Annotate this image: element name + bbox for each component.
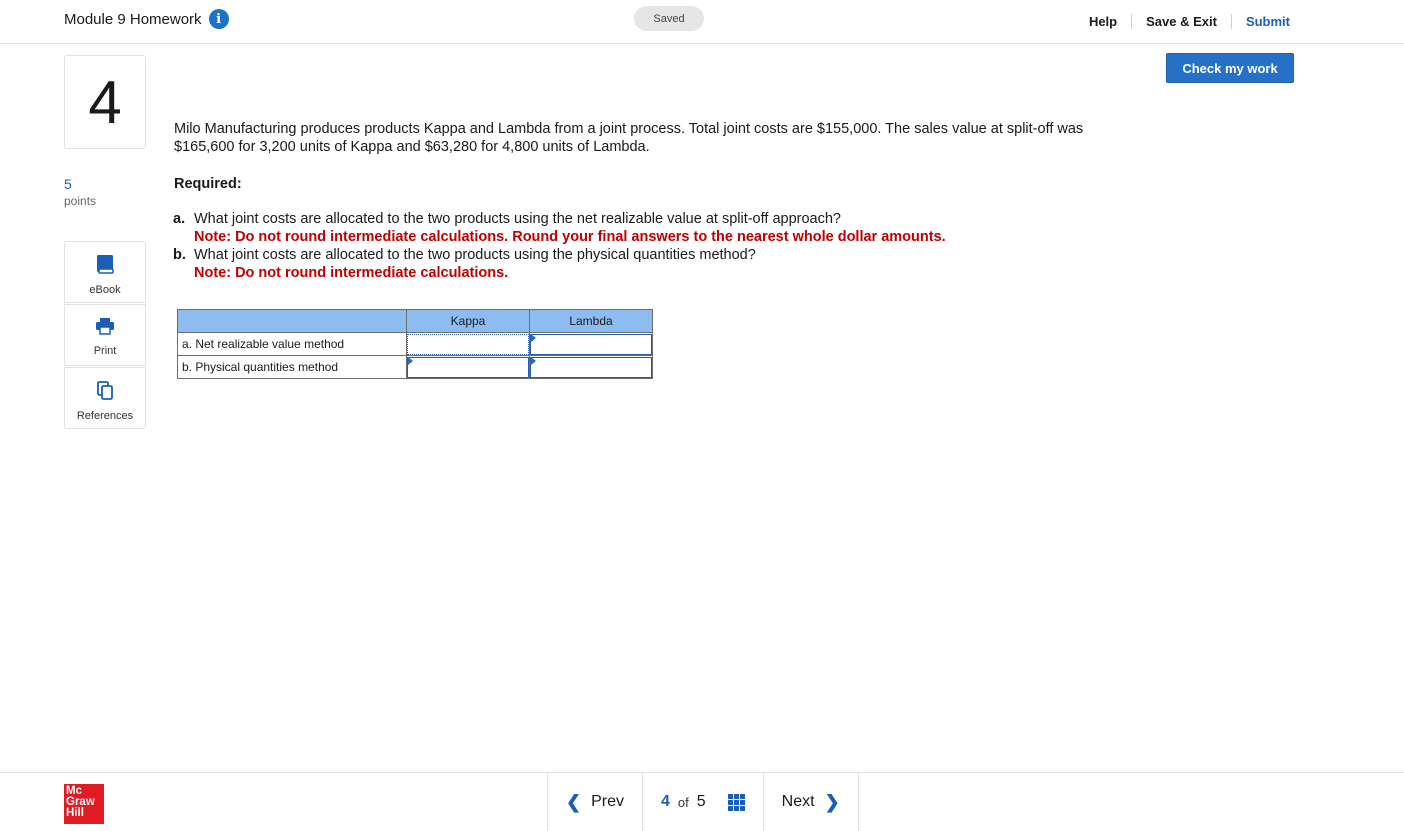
references-label: References — [76, 410, 134, 422]
table-row: b. Physical quantities method — [177, 355, 653, 379]
mcgraw-hill-logo: Mc Graw Hill — [64, 784, 104, 824]
header-lambda: Lambda — [529, 309, 653, 333]
grid-view-icon[interactable] — [727, 793, 745, 811]
module-title: Module 9 Homework i — [64, 9, 229, 29]
header-blank — [177, 309, 407, 333]
prev-button[interactable]: ❮ Prev — [547, 773, 642, 831]
header-links: Help Save & Exit Submit — [1075, 11, 1290, 31]
answer-table: Kappa Lambda a. Net realizable value met… — [177, 309, 653, 379]
physical-kappa-cell — [406, 355, 530, 379]
table-row: a. Net realizable value method — [177, 332, 653, 356]
help-link[interactable]: Help — [1075, 14, 1131, 29]
requirement-text: What joint costs are allocated to the tw… — [194, 247, 756, 263]
nrv-lambda-cell — [529, 332, 653, 356]
requirement-item-a: a. What joint costs are allocated to the… — [173, 210, 946, 246]
question-navigation: ❮ Prev 4 of 5 Next ❯ — [547, 773, 859, 831]
info-icon[interactable]: i — [208, 9, 229, 29]
cell-marker-icon — [408, 357, 413, 365]
chevron-right-icon: ❯ — [824, 791, 840, 812]
current-page: 4 — [661, 793, 670, 810]
nrv-kappa-input[interactable] — [407, 333, 529, 355]
print-label: Print — [93, 345, 117, 357]
copy-documents-icon — [96, 380, 114, 405]
total-pages: 5 — [696, 793, 706, 810]
physical-lambda-cell — [529, 355, 653, 379]
requirement-letter: a. — [173, 211, 186, 227]
footer-bar: Mc Graw Hill ❮ Prev 4 of 5 Next ❯ — [0, 772, 1404, 831]
saved-status-badge: Saved — [634, 6, 704, 31]
row-label-nrv: a. Net realizable value method — [177, 332, 407, 356]
ebook-label: eBook — [89, 284, 121, 296]
logo-line: Hill — [66, 807, 84, 819]
cell-marker-icon — [531, 334, 536, 342]
print-button[interactable]: Print — [64, 304, 146, 366]
requirement-letter: b. — [173, 247, 186, 263]
nrv-kappa-cell — [406, 332, 530, 356]
requirement-note: Note: Do not round intermediate calculat… — [194, 265, 509, 281]
row-label-physical: b. Physical quantities method — [177, 355, 407, 379]
table-header-row: Kappa Lambda — [177, 309, 653, 333]
printer-icon — [95, 317, 115, 340]
prev-label: Prev — [591, 793, 624, 810]
question-number: 4 — [64, 55, 146, 149]
requirement-note: Note: Do not round intermediate calculat… — [194, 229, 946, 245]
requirement-text: What joint costs are allocated to the tw… — [194, 211, 841, 227]
cell-marker-icon — [531, 357, 536, 365]
ebook-button[interactable]: eBook — [64, 241, 146, 303]
page-of-label: of — [677, 794, 689, 810]
points-label: points — [64, 194, 97, 208]
required-heading: Required: — [174, 176, 242, 192]
top-bar: Module 9 Homework i Saved Help Save & Ex… — [0, 0, 1404, 44]
physical-lambda-input[interactable] — [530, 356, 652, 378]
requirement-list: a. What joint costs are allocated to the… — [173, 210, 946, 282]
chevron-left-icon: ❮ — [566, 791, 582, 812]
header-kappa: Kappa — [406, 309, 530, 333]
save-exit-link[interactable]: Save & Exit — [1131, 13, 1231, 29]
check-my-work-button[interactable]: Check my work — [1166, 53, 1294, 83]
next-button[interactable]: Next ❯ — [762, 773, 859, 831]
page-indicator[interactable]: 4 of 5 — [642, 773, 763, 831]
next-label: Next — [781, 793, 815, 810]
module-title-text: Module 9 Homework — [64, 10, 202, 28]
book-icon — [96, 254, 114, 279]
nrv-lambda-input[interactable] — [530, 333, 652, 355]
question-text: Milo Manufacturing produces products Kap… — [174, 121, 1084, 155]
points-value: 5 — [64, 176, 72, 192]
physical-kappa-input[interactable] — [407, 356, 529, 378]
submit-link[interactable]: Submit — [1230, 13, 1290, 29]
requirement-item-b: b. What joint costs are allocated to the… — [173, 246, 946, 282]
references-button[interactable]: References — [64, 367, 146, 429]
